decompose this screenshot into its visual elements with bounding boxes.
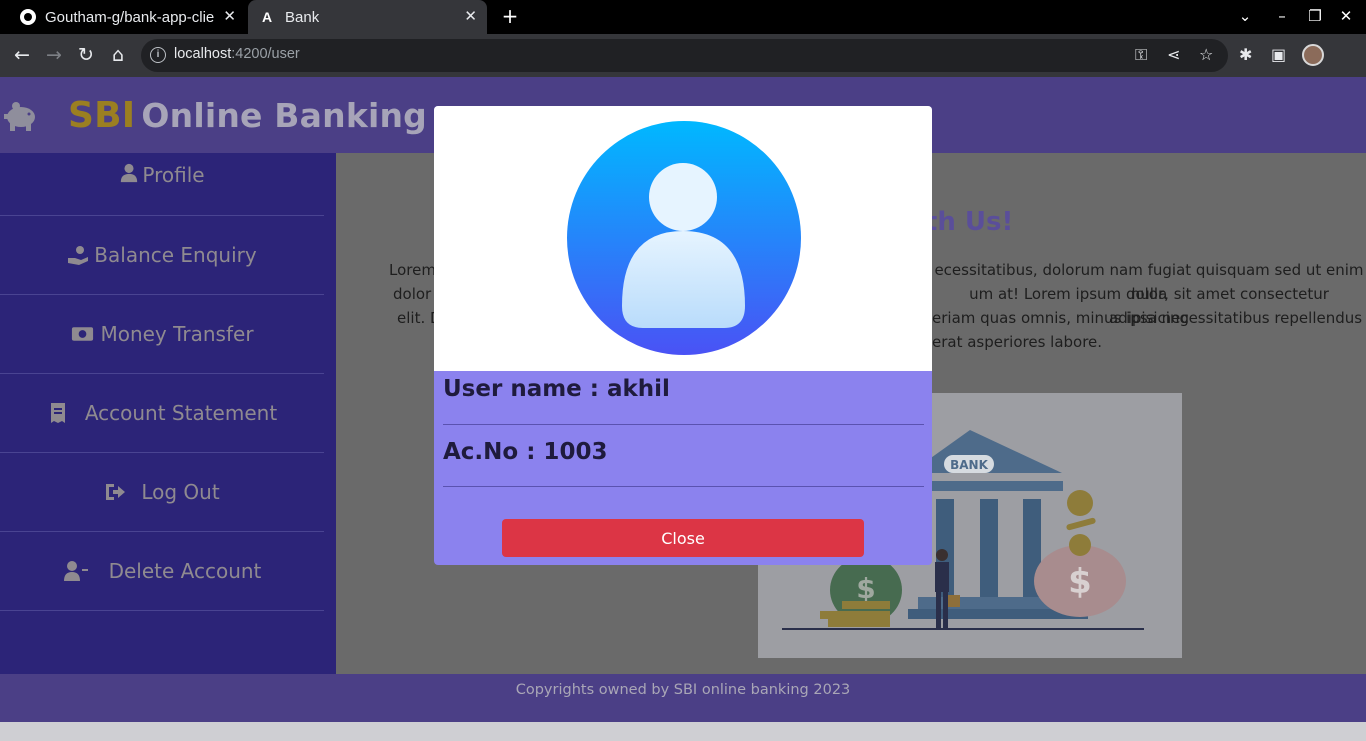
side-panel-icon[interactable]: ▣: [1271, 45, 1286, 65]
sidebar-item-label: Account Statement: [84, 401, 278, 425]
tab-github[interactable]: Goutham-g/bank-app-clie ✕: [0, 0, 246, 34]
tab-bank[interactable]: A Bank ✕: [248, 0, 487, 34]
back-icon[interactable]: ←: [11, 44, 33, 66]
paragraph-fragment: Lorem: [389, 261, 436, 279]
footer-copyright: Copyrights owned by SBI online banking 2…: [515, 682, 851, 698]
extensions-icon[interactable]: ✱: [1239, 45, 1252, 65]
angular-icon: A: [261, 9, 273, 25]
brand-title: SBI Online Banking: [68, 95, 427, 136]
tab-close-icon[interactable]: ✕: [464, 8, 477, 26]
user-avatar-icon: [567, 121, 801, 355]
paragraph-fragment: erat asperiores labore.: [932, 333, 1103, 351]
profile-avatar[interactable]: [1302, 44, 1324, 66]
url-text: localhost:4200/user: [174, 46, 300, 62]
close-button[interactable]: Close: [502, 519, 864, 557]
sidebar-item-log-out[interactable]: Log Out: [0, 453, 324, 532]
browser-toolbar: ← → ↻ ⌂ i localhost:4200/user ⚿ ⋖ ☆ ✱ ▣: [0, 34, 1366, 77]
sidebar-item-balance-enquiry[interactable]: Balance Enquiry: [0, 216, 324, 295]
svg-text:$: $: [1068, 562, 1092, 602]
address-bar[interactable]: i localhost:4200/user ⚿ ⋖ ☆: [141, 39, 1228, 72]
sidebar-item-profile[interactable]: Profile: [0, 153, 324, 216]
hand-coin-icon: [68, 246, 89, 265]
profile-modal: User name : akhil Ac.No : 1003 Close: [434, 106, 932, 565]
sidebar-item-label: Balance Enquiry: [94, 243, 257, 267]
svg-text:BANK: BANK: [950, 458, 988, 472]
tab-search-chevron-icon[interactable]: ⌄: [1235, 6, 1255, 26]
user-minus-icon: [63, 561, 88, 581]
browser-tab-bar: Goutham-g/bank-app-clie ✕ A Bank ✕ + ⌄ –…: [0, 0, 1366, 34]
tab-close-icon[interactable]: ✕: [223, 8, 236, 26]
sidebar-item-money-transfer[interactable]: Money Transfer: [0, 295, 324, 374]
paragraph-fragment: eriam quas omnis, minus ipsa necessitati…: [932, 309, 1363, 327]
sidebar-item-label: Profile: [142, 163, 205, 187]
sidebar-item-label: Money Transfer: [100, 322, 254, 346]
share-icon[interactable]: ⋖: [1167, 46, 1180, 64]
reload-icon[interactable]: ↻: [75, 44, 97, 66]
sidebar-item-label: Delete Account: [108, 559, 262, 583]
github-icon: [20, 9, 36, 25]
money-bill-icon: [72, 327, 94, 341]
new-tab-button[interactable]: +: [500, 5, 520, 27]
paragraph-fragment: dolor: [393, 285, 432, 303]
home-icon[interactable]: ⌂: [107, 44, 129, 66]
divider: [443, 486, 924, 487]
receipt-icon: [50, 403, 65, 423]
modal-username: User name : akhil: [443, 376, 670, 402]
bookmark-star-icon[interactable]: ☆: [1199, 46, 1213, 64]
svg-text:$: $: [856, 572, 875, 605]
sidebar-item-delete-account[interactable]: Delete Account: [0, 532, 324, 611]
divider: [443, 424, 924, 425]
sidebar-item-account-statement[interactable]: Account Statement: [0, 374, 324, 453]
tab-title: Bank: [285, 8, 320, 26]
site-info-icon[interactable]: i: [150, 47, 166, 63]
minimize-icon[interactable]: –: [1272, 6, 1292, 26]
tab-title: Goutham-g/bank-app-clie: [45, 8, 215, 26]
avatar-panel: [434, 106, 932, 371]
forward-icon[interactable]: →: [43, 44, 65, 66]
key-icon[interactable]: ⚿: [1135, 46, 1147, 64]
sidebar-item-label: Log Out: [141, 480, 220, 504]
modal-account-number: Ac.No : 1003: [443, 439, 608, 465]
sign-out-icon: [106, 484, 126, 500]
window-close-icon[interactable]: ✕: [1336, 6, 1356, 26]
footer: Copyrights owned by SBI online banking 2…: [0, 674, 1366, 722]
restore-icon[interactable]: ❐: [1305, 6, 1325, 26]
piggy-bank-icon: [4, 102, 35, 131]
user-icon: [121, 163, 138, 183]
